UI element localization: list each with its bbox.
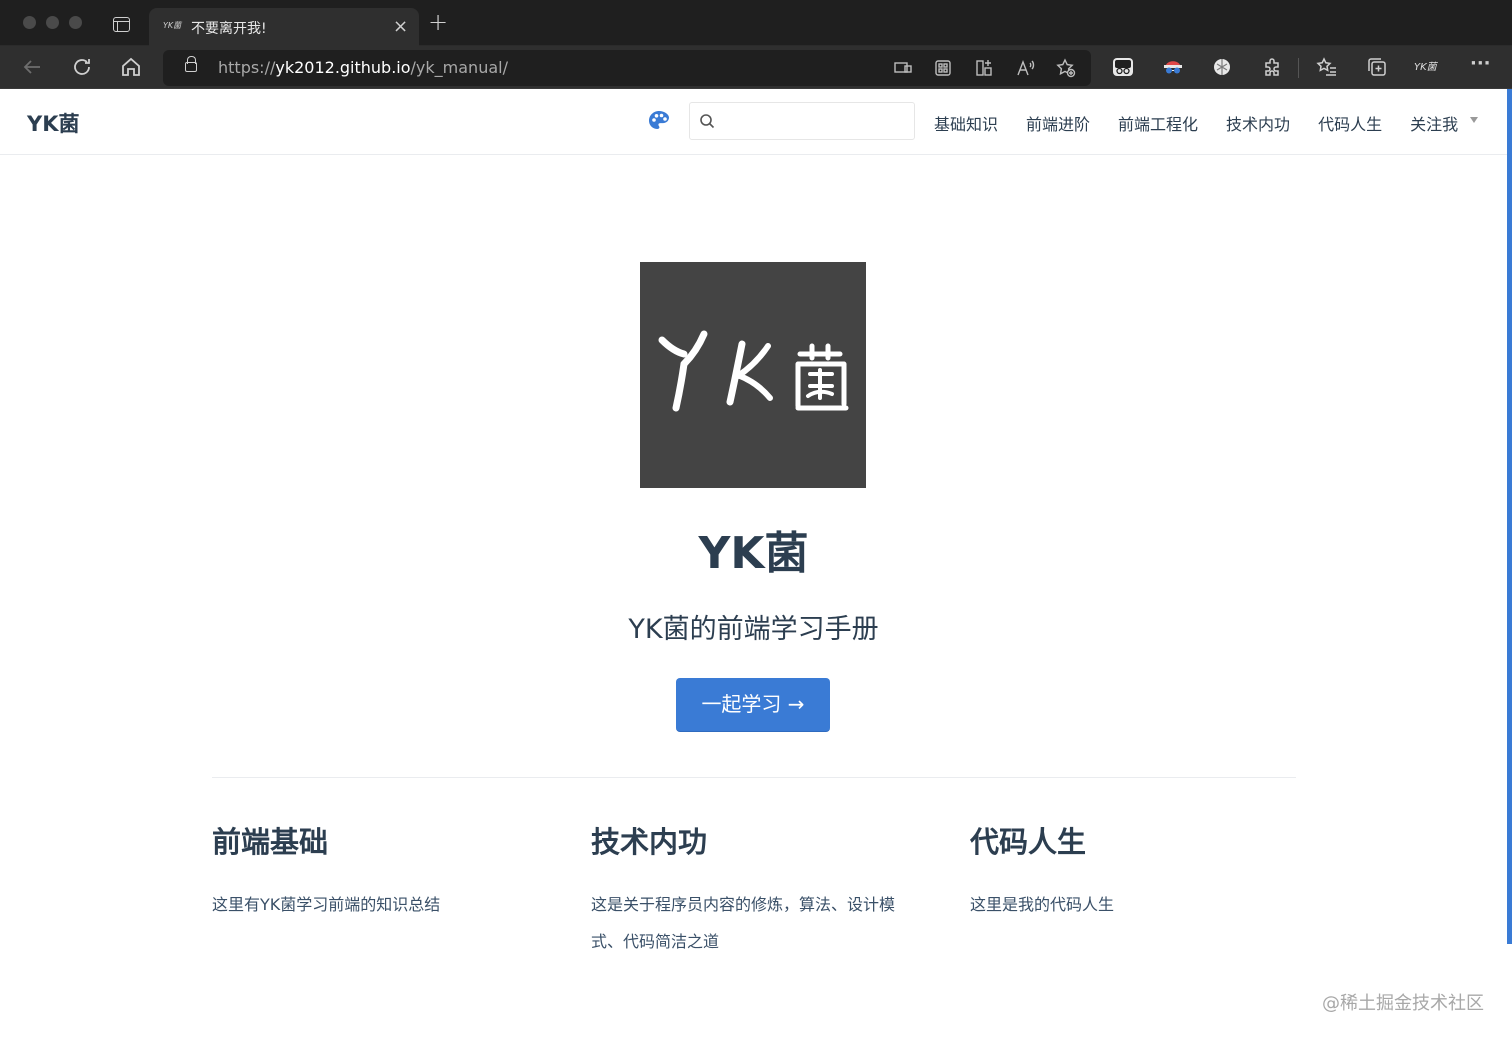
back-arrow-icon[interactable] <box>20 55 44 79</box>
hero-description: YK菌的前端学习手册 <box>628 614 879 645</box>
nav-links: 基础知识 前端进阶 前端工程化 技术内功 代码人生 关注我 <box>934 111 1458 135</box>
extension-spy-icon[interactable] <box>1162 56 1184 78</box>
nav-link-basics[interactable]: 基础知识 <box>934 111 998 135</box>
feature-details: 这里是我的代码人生 <box>970 895 1115 914</box>
hero-title: YK菌 <box>698 528 809 579</box>
browser-tab-bar: YK菌 不要离开我! × + <box>0 0 1512 46</box>
site-name-link[interactable]: YK菌 <box>27 108 79 138</box>
tab-close-icon[interactable]: × <box>393 16 408 37</box>
lock-icon[interactable] <box>185 56 197 72</box>
favorites-icon[interactable] <box>1316 56 1338 78</box>
start-learning-button[interactable]: 一起学习 → <box>676 678 830 732</box>
extensions-puzzle-icon[interactable] <box>1261 56 1283 78</box>
apps-icon[interactable] <box>974 58 994 78</box>
more-menu-icon[interactable]: ··· <box>1470 53 1492 75</box>
window-zoom-dot[interactable] <box>69 16 82 29</box>
new-tab-plus-icon[interactable]: + <box>428 10 448 34</box>
url-text[interactable]: https://yk2012.github.io/yk_manual/ <box>218 58 508 77</box>
feature-title: 技术内功 <box>591 825 708 859</box>
address-bar[interactable]: https://yk2012.github.io/yk_manual/ <box>163 50 1091 86</box>
read-aloud-icon[interactable] <box>1015 58 1035 78</box>
site-page: YK菌 基础知识 前端进阶 前端工程化 技术内功 代码人生 关注我 YK菌 YK… <box>0 89 1512 1040</box>
feature-card: 技术内功 这是关于程序员内容的修炼，算法、设计模式、代码简洁之道 <box>591 822 919 960</box>
window-minimize-dot[interactable] <box>46 16 59 29</box>
chevron-down-icon[interactable] <box>1470 117 1478 123</box>
profile-avatar[interactable]: YK菌 <box>1414 58 1444 80</box>
nav-link-advanced[interactable]: 前端进阶 <box>1026 111 1090 135</box>
tab-favicon-icon: YK菌 <box>163 21 182 30</box>
feature-card: 代码人生 这里是我的代码人生 <box>970 822 1298 923</box>
feature-card: 前端基础 这里有YK菌学习前端的知识总结 <box>212 822 540 923</box>
nav-link-engineering[interactable]: 前端工程化 <box>1118 111 1198 135</box>
add-favorite-icon[interactable] <box>1056 58 1076 78</box>
nav-link-follow-me[interactable]: 关注我 <box>1410 111 1458 135</box>
feature-title: 代码人生 <box>970 825 1087 859</box>
nav-link-internal-skills[interactable]: 技术内功 <box>1226 111 1290 135</box>
hero-logo-image <box>640 262 866 488</box>
page-scrollbar[interactable] <box>1507 89 1512 944</box>
toolbar-separator <box>1298 58 1299 78</box>
search-input[interactable] <box>722 107 908 135</box>
palette-icon[interactable] <box>647 109 671 133</box>
feature-details: 这里有YK菌学习前端的知识总结 <box>212 895 441 914</box>
search-box[interactable] <box>689 102 915 140</box>
collections-icon[interactable] <box>1366 56 1388 78</box>
search-icon <box>700 114 715 129</box>
app-available-icon[interactable] <box>893 58 913 78</box>
browser-toolbar: https://yk2012.github.io/yk_manual/ YK菌 <box>0 46 1512 89</box>
feature-details: 这是关于程序员内容的修炼，算法、设计模式、代码简洁之道 <box>591 895 896 951</box>
home-icon[interactable] <box>119 55 143 79</box>
refresh-icon[interactable] <box>70 55 94 79</box>
nav-link-code-life[interactable]: 代码人生 <box>1318 111 1382 135</box>
tab-actions-icon[interactable] <box>113 17 130 32</box>
browser-tab-active[interactable]: YK菌 不要离开我! × <box>149 8 419 46</box>
extension-ball-icon[interactable] <box>1211 56 1233 78</box>
feature-title: 前端基础 <box>212 825 329 859</box>
tab-title: 不要离开我! <box>191 21 267 37</box>
watermark-text: @稀土掘金技术社区 <box>1322 993 1484 1014</box>
window-close-dot[interactable] <box>23 16 36 29</box>
qr-grid-icon[interactable] <box>933 58 953 78</box>
extension-glasses-icon[interactable] <box>1112 56 1134 78</box>
site-navbar: YK菌 基础知识 前端进阶 前端工程化 技术内功 代码人生 关注我 <box>0 89 1507 155</box>
features-divider <box>212 777 1296 778</box>
